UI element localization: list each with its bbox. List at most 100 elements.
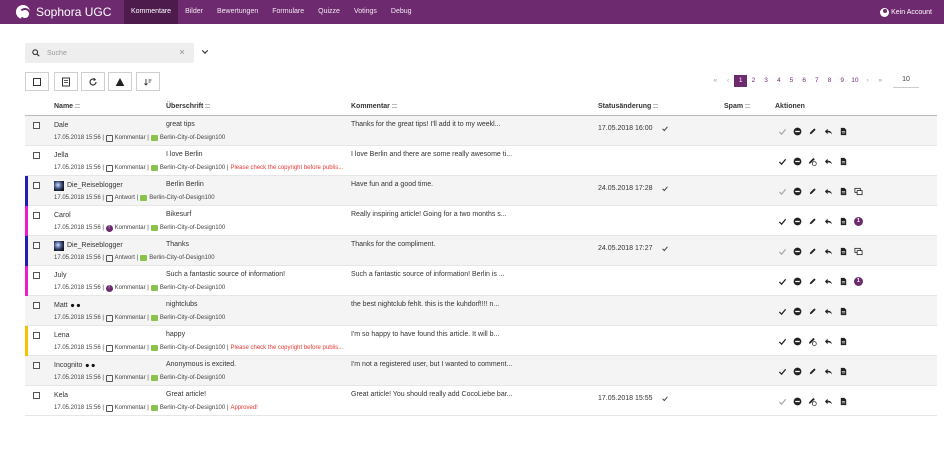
edit-icon[interactable] xyxy=(808,367,817,376)
author-name[interactable]: Jella xyxy=(54,152,68,159)
bulk-edit-button[interactable] xyxy=(54,72,78,91)
edit-icon[interactable] xyxy=(808,247,817,256)
table-row[interactable]: Matt ⚫⚫ 17.05.2018 15:56 | Kommentar | Berl… xyxy=(25,296,937,326)
block-icon[interactable] xyxy=(793,397,802,406)
table-row[interactable]: Carol 17.05.2018 15:56 | ! Kommentar | Berl… xyxy=(25,206,937,236)
row-checkbox[interactable] xyxy=(33,302,40,309)
prev-page-button[interactable]: ‹ xyxy=(722,75,735,87)
approve-check-icon[interactable] xyxy=(778,157,787,166)
block-icon[interactable] xyxy=(793,247,802,256)
row-checkbox[interactable] xyxy=(33,242,40,249)
chevron-down-icon[interactable] xyxy=(201,48,209,56)
next-page-button[interactable]: › xyxy=(861,75,874,87)
table-row[interactable]: July 17.05.2018 15:56 | ! Kommentar | Berli… xyxy=(25,266,937,296)
edit-icon[interactable] xyxy=(808,187,817,196)
edit-icon[interactable] xyxy=(808,217,817,226)
approve-check-icon[interactable] xyxy=(778,247,787,256)
refresh-button[interactable] xyxy=(81,72,105,91)
page-button-8[interactable]: 8 xyxy=(823,75,836,87)
approve-check-icon[interactable] xyxy=(778,337,787,346)
reply-icon[interactable] xyxy=(824,307,833,316)
comment-text[interactable]: Such a fantastic source of information! … xyxy=(351,271,505,278)
section-link[interactable]: Berlin-City-of-Design100 xyxy=(160,375,225,381)
page-size-select[interactable]: 10 xyxy=(893,73,919,88)
author-name[interactable]: Dale xyxy=(54,122,68,129)
comment-text[interactable]: I'm so happy to have found this article.… xyxy=(351,331,499,338)
edit-icon[interactable] xyxy=(808,277,817,286)
block-icon[interactable] xyxy=(793,307,802,316)
author-name[interactable]: Carol xyxy=(54,212,71,219)
comment-text[interactable]: Thanks for the great tips! I'll add it t… xyxy=(351,121,501,128)
sort-button[interactable] xyxy=(136,72,160,91)
edit-icon[interactable] xyxy=(808,337,818,346)
block-icon[interactable] xyxy=(793,337,802,346)
nav-item-quizze[interactable]: Quizze xyxy=(311,0,347,24)
comment-text[interactable]: Thanks for the compliment. xyxy=(351,241,435,248)
column-header-spam[interactable]: Spam xyxy=(724,98,751,115)
document-icon[interactable] xyxy=(839,217,848,226)
reply-icon[interactable] xyxy=(824,337,833,346)
document-icon[interactable] xyxy=(839,307,848,316)
edit-icon[interactable] xyxy=(808,157,818,166)
table-row[interactable]: Jella 17.05.2018 15:56 | Kommentar | Berli… xyxy=(25,146,937,176)
row-checkbox[interactable] xyxy=(33,122,40,129)
brand[interactable]: Sophora UGC xyxy=(0,0,124,24)
nav-item-formulare[interactable]: Formulare xyxy=(265,0,311,24)
page-button-10[interactable]: 10 xyxy=(849,75,862,87)
section-link[interactable]: Berlin-City-of-Design100 xyxy=(160,315,225,321)
document-icon[interactable] xyxy=(839,337,848,346)
approve-check-icon[interactable] xyxy=(778,187,787,196)
block-icon[interactable] xyxy=(793,187,802,196)
row-checkbox[interactable] xyxy=(33,332,40,339)
section-link[interactable]: Berlin-City-of-Design100 xyxy=(149,195,214,201)
nav-item-bewertungen[interactable]: Bewertungen xyxy=(210,0,265,24)
page-button-7[interactable]: 7 xyxy=(811,75,824,87)
reply-icon[interactable] xyxy=(824,127,833,136)
clear-search-icon[interactable]: × xyxy=(178,48,186,57)
thread-icon[interactable] xyxy=(854,187,863,196)
nav-item-bilder[interactable]: Bilder xyxy=(178,0,210,24)
last-page-button[interactable]: » xyxy=(874,75,887,87)
document-icon[interactable] xyxy=(839,187,848,196)
row-checkbox[interactable] xyxy=(33,152,40,159)
approve-check-icon[interactable] xyxy=(778,277,787,286)
table-row[interactable]: Dale 17.05.2018 15:56 | Kommentar | Berlin… xyxy=(25,116,937,146)
section-link[interactable]: Berlin-City-of-Design100 xyxy=(160,285,225,291)
author-name[interactable]: Matt xyxy=(54,302,68,309)
column-header-comment[interactable]: Kommentar xyxy=(351,98,397,115)
page-button-5[interactable]: 5 xyxy=(785,75,798,87)
block-icon[interactable] xyxy=(793,277,802,286)
author-name[interactable]: Die_Reiseblogger xyxy=(67,242,123,249)
row-checkbox[interactable] xyxy=(33,362,40,369)
table-row[interactable]: Incognito ⚫⚫ 17.05.2018 15:56 | Kommentar … xyxy=(25,356,937,386)
author-name[interactable]: Lena xyxy=(54,332,70,339)
author-name[interactable]: Incognito xyxy=(54,362,82,369)
edit-icon[interactable] xyxy=(808,307,817,316)
approve-check-icon[interactable] xyxy=(778,127,787,136)
reply-icon[interactable] xyxy=(824,277,833,286)
search-input[interactable] xyxy=(47,45,167,61)
section-link[interactable]: Berlin-City-of-Design100 xyxy=(160,165,225,171)
page-button-3[interactable]: 3 xyxy=(760,75,773,87)
approve-check-icon[interactable] xyxy=(778,397,787,406)
document-icon[interactable] xyxy=(839,127,848,136)
approve-check-icon[interactable] xyxy=(778,217,787,226)
reply-icon[interactable] xyxy=(824,247,833,256)
column-header-headline[interactable]: Überschrift xyxy=(166,98,211,115)
reply-icon[interactable] xyxy=(824,217,833,226)
column-header-name[interactable]: Name xyxy=(54,98,81,115)
reply-icon[interactable] xyxy=(824,367,833,376)
section-link[interactable]: Berlin-City-of-Design100 xyxy=(160,345,225,351)
row-checkbox[interactable] xyxy=(33,182,40,189)
document-icon[interactable] xyxy=(839,367,848,376)
approve-check-icon[interactable] xyxy=(778,367,787,376)
comment-text[interactable]: Great article! You should really add Coc… xyxy=(351,391,513,398)
account-menu[interactable]: Kein Account xyxy=(880,0,932,24)
reply-count-badge[interactable]: 1 xyxy=(853,276,863,286)
row-checkbox[interactable] xyxy=(33,272,40,279)
block-icon[interactable] xyxy=(793,217,802,226)
author-name[interactable]: Kela xyxy=(54,392,68,399)
block-icon[interactable] xyxy=(793,157,802,166)
reply-icon[interactable] xyxy=(824,157,833,166)
page-button-1[interactable]: 1 xyxy=(734,75,748,87)
